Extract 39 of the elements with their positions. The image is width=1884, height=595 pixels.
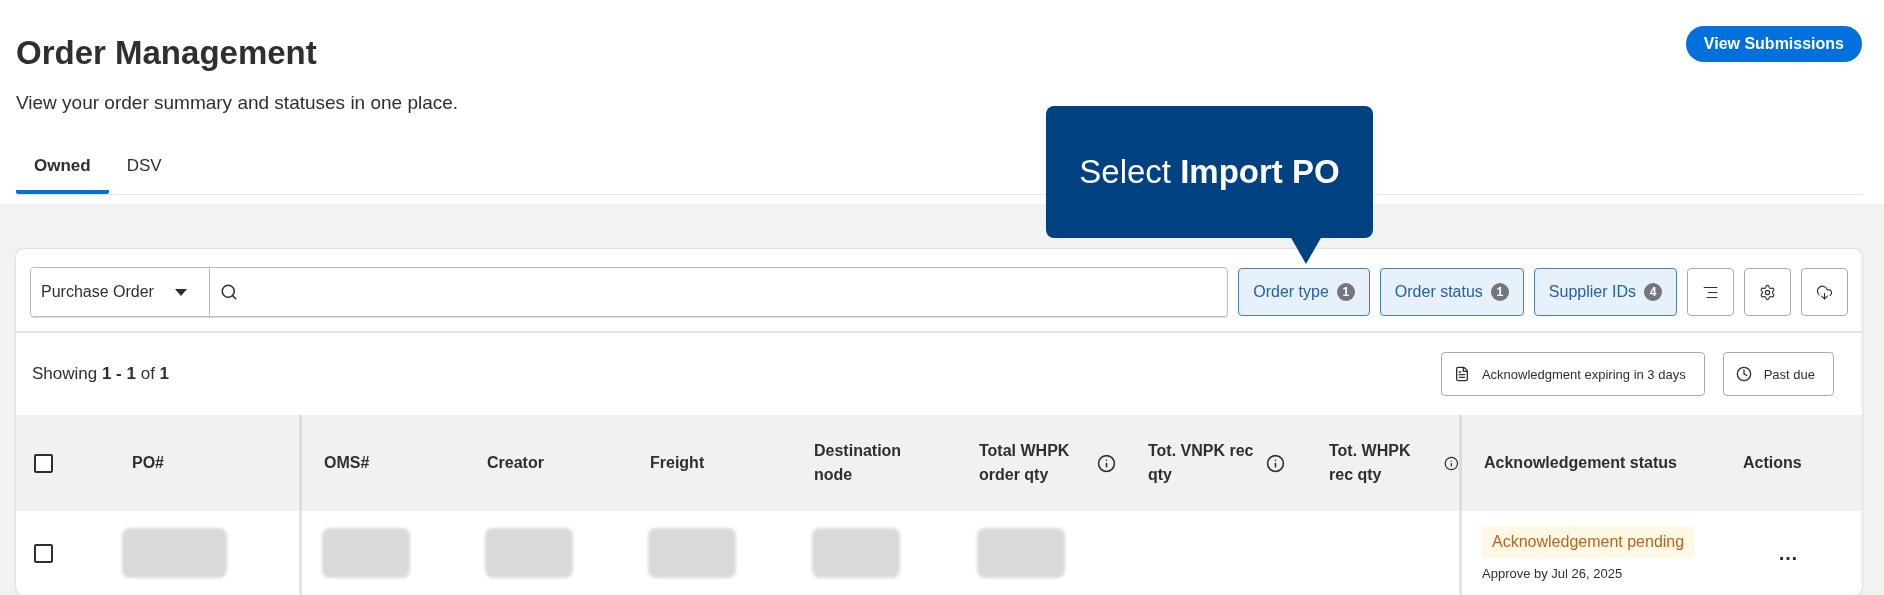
filter-count: 1 (1490, 283, 1509, 301)
approve-by-text: Approve by Jul 26, 2025 (1482, 565, 1624, 581)
more-actions-button[interactable]: … (1740, 541, 1862, 565)
tab[interactable]: DSV (108, 148, 180, 194)
tooltip-pointer-icon (1290, 236, 1322, 266)
download-button[interactable] (1801, 268, 1848, 316)
filter-chip[interactable]: Supplier IDs 4 (1533, 268, 1677, 316)
column-header: Tot. VNPK rec qty (1148, 441, 1255, 485)
column-header: Actions (1743, 453, 1802, 473)
status-badge: Acknowledgement pending (1482, 525, 1695, 558)
column-header: Freight (650, 453, 705, 473)
quick-filter-button[interactable]: Past due (1722, 352, 1834, 396)
column-header: Destination node (814, 441, 903, 485)
tab[interactable]: Owned (16, 148, 109, 194)
tooltip: Select Import PO (1046, 106, 1373, 238)
column-header: Acknowledgement status (1484, 453, 1677, 473)
clock-icon (1735, 366, 1752, 382)
view-submissions-button[interactable]: View Submissions (1685, 26, 1862, 62)
document-icon (1453, 366, 1470, 382)
filter-count: 1 (1336, 283, 1355, 301)
column-header: Tot. WHPK rec qty (1329, 441, 1412, 485)
settings-button[interactable] (1744, 268, 1791, 316)
settings-icon (1759, 283, 1776, 301)
info-icon[interactable] (1266, 453, 1285, 473)
column-header: Total WHPK order qty (979, 441, 1071, 485)
page-subtitle: View your order summary and statuses in one place. (16, 92, 460, 114)
quick-filter-button[interactable]: Acknowledgment expiring in 3 days (1440, 352, 1705, 396)
row-checkbox[interactable] (34, 543, 53, 563)
page-title: Order Management (16, 34, 317, 72)
cloud-download-icon (1816, 283, 1833, 301)
filter-chip[interactable]: Order status 1 (1379, 268, 1524, 316)
results-summary: Showing 1 - 1 of 1 (32, 364, 170, 384)
filter-count: 4 (1644, 283, 1662, 301)
column-header: OMS# (324, 453, 370, 473)
filter-chip[interactable]: Order type 1 (1238, 268, 1370, 316)
column-header: Creator (487, 453, 544, 473)
info-icon[interactable] (1097, 453, 1116, 473)
select-all-checkbox[interactable] (34, 453, 53, 473)
column-header: PO# (132, 453, 164, 473)
